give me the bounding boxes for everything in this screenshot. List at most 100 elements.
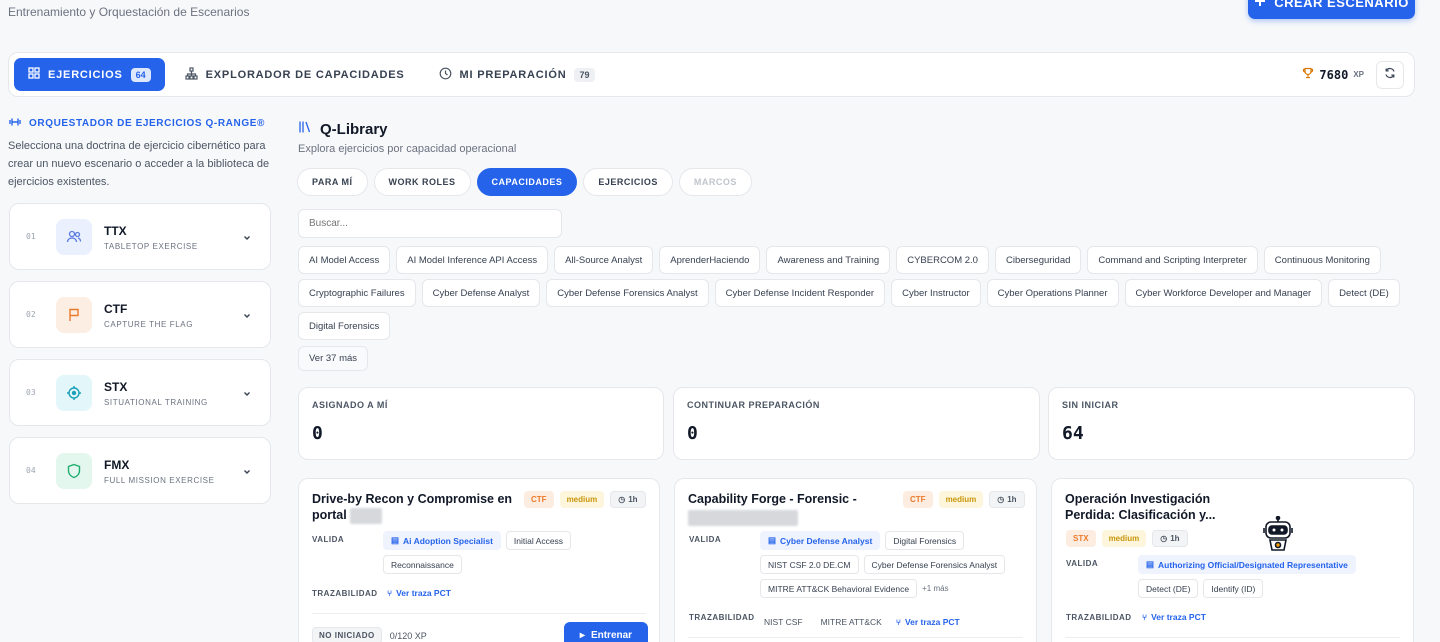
tab-ejercicios[interactable]: EJERCICIOS 64 <box>14 58 165 91</box>
capability-chip[interactable]: Ciberseguridad <box>994 246 1082 274</box>
chevron-down-icon[interactable] <box>242 464 252 482</box>
card-status: NO INICIADO 0/120 XP <box>312 627 427 642</box>
framework-tag: NIST CSF <box>760 612 807 631</box>
capability-tag[interactable]: Detect (DE) <box>1138 579 1199 598</box>
exercise-card-ttx[interactable]: 01 TTX TABLETOP EXERCISE <box>9 203 271 270</box>
capability-chip[interactable]: Detect (DE) <box>1328 279 1400 307</box>
stat-value: 64 <box>1062 423 1084 444</box>
trace-row: ⑂ Ver traza PCT <box>1142 612 1206 622</box>
capability-tag[interactable]: NIST CSF 2.0 DE.CM <box>760 555 859 574</box>
filter-capacidades[interactable]: CAPACIDADES <box>476 168 578 196</box>
exercise-number: 02 <box>26 310 36 319</box>
capability-tag[interactable]: Cyber Defense Forensics Analyst <box>863 555 1006 574</box>
chevron-down-icon[interactable] <box>242 386 252 404</box>
trazabilidad-label: TRAZABILIDAD <box>312 589 378 598</box>
filter-marcos[interactable]: MARCOS <box>678 168 752 196</box>
tab-count: 79 <box>574 67 595 82</box>
tab-explorador[interactable]: EXPLORADOR DE CAPACIDADES <box>171 58 419 91</box>
validates-list: ▤ Cyber Defense Analyst Digital Forensics… <box>760 531 1030 598</box>
capability-chip[interactable]: Cyber Instructor <box>891 279 981 307</box>
capability-chip[interactable]: Awareness and Training <box>766 246 891 274</box>
hierarchy-icon <box>185 66 198 83</box>
id-card-icon: ▤ <box>1146 559 1155 569</box>
dumbbell-icon <box>9 117 21 130</box>
capability-tag[interactable]: Digital Forensics <box>885 531 965 550</box>
capability-chip[interactable]: Cyber Defense Analyst <box>421 279 541 307</box>
library-title: Q-Library <box>298 120 388 138</box>
stat-sin-iniciar: SIN INICIAR 64 <box>1048 387 1415 460</box>
trace-row: NIST CSF MITRE ATT&CK ⑂ Ver traza PCT <box>760 612 960 631</box>
library-title-text: Q-Library <box>320 120 388 138</box>
capability-tag[interactable]: MITRE ATT&CK Behavioral Evidence <box>760 579 918 598</box>
main-tabs: EJERCICIOS 64 EXPLORADOR DE CAPACIDADES … <box>8 52 1415 97</box>
exercise-card[interactable]: Operación Investigación Perdida: Clasifi… <box>1051 478 1414 642</box>
flag-icon <box>56 297 92 333</box>
difficulty-badge: medium <box>559 491 605 508</box>
work-role-chip[interactable]: ▤ Cyber Defense Analyst <box>760 531 881 550</box>
exercise-card-stx[interactable]: 03 STX SITUATIONAL TRAINING <box>9 359 271 426</box>
exercise-card[interactable]: Drive-by Recon y Compromise en portal CT… <box>298 478 660 642</box>
exercise-card[interactable]: Capability Forge - Forensic - CTF medium… <box>674 478 1037 642</box>
capability-chip[interactable]: Cyber Defense Forensics Analyst <box>546 279 709 307</box>
duration-badge: ◷ 1h <box>989 491 1025 508</box>
create-scenario-button[interactable]: CREAR ESCENARIO <box>1248 0 1415 19</box>
crosshair-icon <box>56 375 92 411</box>
filter-para-mi[interactable]: PARA MÍ <box>297 168 368 196</box>
exercise-subtitle: TABLETOP EXERCISE <box>104 242 198 251</box>
refresh-button[interactable] <box>1376 61 1404 89</box>
capability-chip[interactable]: Cyber Operations Planner <box>986 279 1119 307</box>
capability-tag[interactable]: Reconnaissance <box>383 555 462 574</box>
filter-work-roles[interactable]: WORK ROLES <box>373 168 471 196</box>
filter-ejercicios[interactable]: EJERCICIOS <box>583 168 673 196</box>
capability-chip[interactable]: All-Source Analyst <box>554 246 654 274</box>
trophy-icon <box>1302 67 1314 82</box>
capability-chip[interactable]: AI Model Inference API Access <box>396 246 549 274</box>
train-button[interactable]: ▸ Entrenar <box>564 622 648 642</box>
tab-mi-preparacion[interactable]: MI PREPARACIÓN 79 <box>425 58 609 91</box>
capability-chip[interactable]: Cyber Defense Incident Responder <box>714 279 886 307</box>
clock-icon: ◷ <box>1160 534 1168 543</box>
stat-label: SIN INICIAR <box>1062 400 1119 410</box>
page-subtitle: Entrenamiento y Orquestación de Escenari… <box>8 5 250 19</box>
xp-display: 7680 XP <box>1302 67 1364 82</box>
capability-tag[interactable]: Initial Access <box>505 531 572 550</box>
capability-chip[interactable]: Digital Forensics <box>298 312 391 340</box>
trace-row: ⑂ Ver traza PCT <box>387 588 451 598</box>
capability-chip[interactable]: Command and Scripting Interpreter <box>1087 246 1258 274</box>
type-badge: CTF <box>524 491 554 508</box>
work-role-chip[interactable]: ▤ Authorizing Official/Designated Represe… <box>1138 555 1356 574</box>
more-count[interactable]: +1 más <box>922 584 948 593</box>
trace-link[interactable]: ⑂ Ver traza PCT <box>387 588 451 598</box>
trace-link[interactable]: ⑂ Ver traza PCT <box>1142 612 1206 622</box>
capability-chip[interactable]: AprenderHaciendo <box>659 246 761 274</box>
capability-chip[interactable]: Continuous Monitoring <box>1263 246 1381 274</box>
valida-label: VALIDA <box>312 535 345 544</box>
work-role-chip[interactable]: ▤ Ai Adoption Specialist <box>383 531 501 550</box>
capability-chip[interactable]: AI Model Access <box>298 246 391 274</box>
exercise-number: 04 <box>26 466 36 475</box>
chevron-down-icon[interactable] <box>242 230 252 248</box>
capability-chip[interactable]: Cryptographic Failures <box>298 279 416 307</box>
capability-tag[interactable]: Identify (ID) <box>1203 579 1264 598</box>
validates-list: ▤ Authorizing Official/Designated Represe… <box>1138 555 1408 598</box>
users-icon <box>56 219 92 255</box>
card-tags: CTF medium ◷ 1h <box>524 491 646 508</box>
card-title: Drive-by Recon y Compromise en portal <box>312 492 513 524</box>
exercise-card-ctf[interactable]: 02 CTF CAPTURE THE FLAG <box>9 281 271 348</box>
chevron-down-icon[interactable] <box>242 308 252 326</box>
id-card-icon: ▤ <box>391 535 400 545</box>
robot-assistant-icon[interactable] <box>1261 515 1295 561</box>
see-more-button[interactable]: Ver 37 más <box>298 346 369 371</box>
capability-chip[interactable]: CYBERCOM 2.0 <box>896 246 989 274</box>
card-divider <box>688 637 1023 638</box>
framework-tag: MITRE ATT&CK <box>816 612 886 631</box>
search-input[interactable] <box>298 209 562 238</box>
exercise-card-fmx[interactable]: 04 FMX FULL MISSION EXERCISE <box>9 437 271 504</box>
card-tags: CTF medium ◷ 1h <box>903 491 1025 508</box>
trazabilidad-label: TRAZABILIDAD <box>689 613 755 622</box>
exercise-number: 01 <box>26 232 36 241</box>
valida-label: VALIDA <box>1066 559 1099 568</box>
trace-link[interactable]: ⑂ Ver traza PCT <box>896 617 960 627</box>
id-card-icon: ▤ <box>768 535 777 545</box>
capability-chip[interactable]: Cyber Workforce Developer and Manager <box>1124 279 1323 307</box>
